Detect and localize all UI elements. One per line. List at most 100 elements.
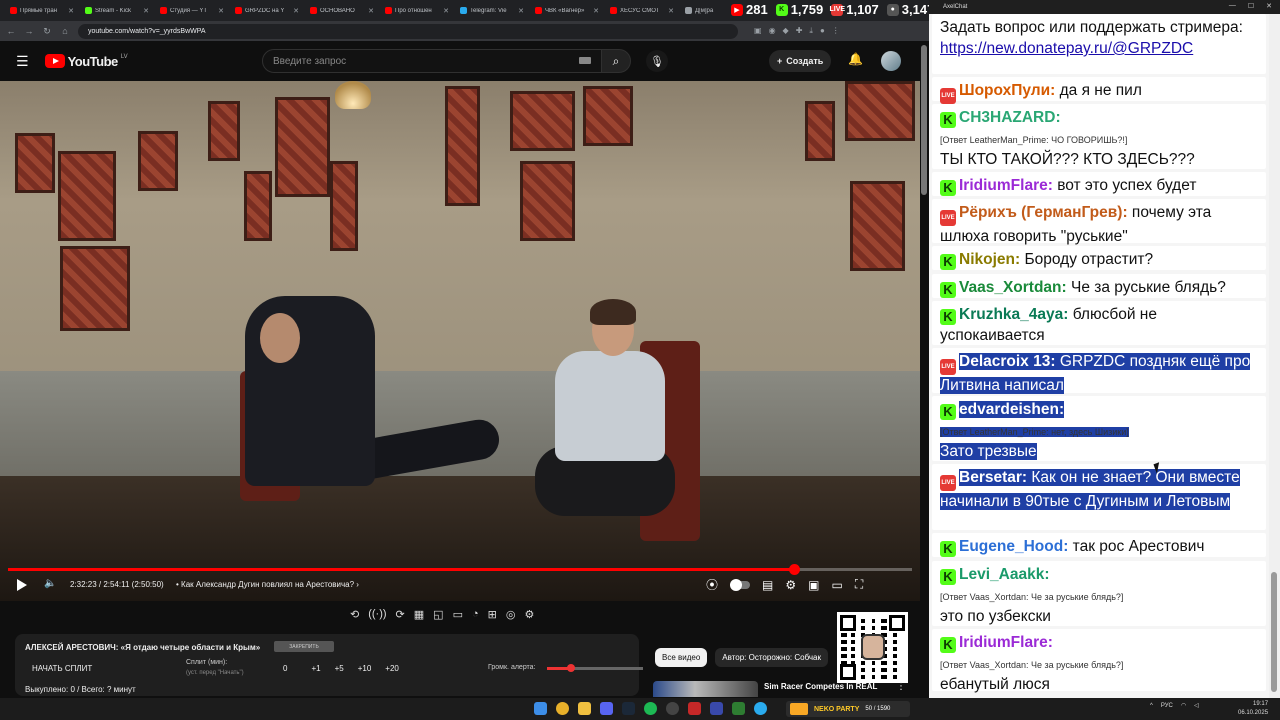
video-player[interactable]	[0, 81, 920, 601]
browser-tab[interactable]: ЧВК «Вагнер» ✕	[531, 1, 603, 20]
start-icon[interactable]	[534, 702, 547, 715]
download-icon[interactable]: ⤓	[809, 26, 813, 36]
chat-username[interactable]: Bersetar	[959, 469, 1022, 486]
chat-username[interactable]: Nikojen	[959, 251, 1015, 268]
pin-button[interactable]: ЗАКРЕПИТЬ	[274, 641, 334, 652]
chat-username[interactable]: Kruzhka_4aya	[959, 306, 1063, 323]
video-progress-bar[interactable]	[8, 564, 912, 575]
browser-tab[interactable]: Про отношен ✕	[381, 1, 453, 20]
chrome-icon[interactable]	[556, 702, 569, 715]
rotate-icon[interactable]: ⟳	[396, 608, 405, 621]
chat-username[interactable]: Рёрихъ (ГерманГрев)	[959, 204, 1122, 221]
url-input[interactable]: youtube.com/watch?v=_yyrdsBwWPA	[78, 23, 738, 39]
discord-icon[interactable]	[600, 702, 613, 715]
more-options-icon[interactable]: ⋮	[896, 681, 906, 692]
close-icon[interactable]: ✕	[218, 7, 224, 15]
back-icon[interactable]: ←	[6, 26, 16, 36]
speaker-icon[interactable]: ◁	[1194, 702, 1199, 709]
search-button[interactable]: ⌕	[601, 49, 631, 73]
avatar[interactable]	[881, 51, 901, 71]
close-icon[interactable]: ✕	[368, 7, 374, 15]
donate-link[interactable]: https://new.donatepay.ru/@GRPZDC	[940, 40, 1193, 57]
now-playing-widget[interactable]: NEKO PARTY 50 / 1590	[786, 701, 910, 717]
browser-tab[interactable]: Telegram: Vie ✕	[456, 1, 528, 20]
minimize-icon[interactable]: —	[1229, 2, 1236, 10]
extension-icon[interactable]: ▣	[754, 26, 762, 36]
chat-username[interactable]: edvardeishen	[959, 401, 1059, 418]
subtitles-icon[interactable]: ▤	[762, 578, 773, 592]
telegram-icon[interactable]	[754, 702, 767, 715]
chat-username[interactable]: Levi_Aaakk	[959, 566, 1044, 583]
media-icon[interactable]	[710, 702, 723, 715]
add-icon[interactable]: ⊞	[488, 608, 497, 621]
add-1-button[interactable]: +1	[311, 664, 320, 673]
add-20-button[interactable]: +20	[385, 664, 399, 673]
folder-icon[interactable]	[578, 702, 591, 715]
fullscreen-icon[interactable]: ⛶	[855, 577, 863, 592]
keyboard-icon[interactable]	[579, 57, 591, 64]
gear-icon[interactable]: ⚙	[524, 608, 534, 621]
autoplay-toggle[interactable]	[730, 578, 751, 591]
autoplay-icon[interactable]: ⦿	[706, 576, 718, 593]
audio-icon[interactable]: ((·))	[368, 608, 386, 621]
speed-icon[interactable]: ◔	[472, 608, 479, 621]
miniplayer-icon[interactable]: ▣	[808, 578, 819, 592]
chat-username[interactable]: IridiumFlare	[959, 634, 1048, 651]
chat-username[interactable]: Vaas_Xortdan	[959, 279, 1062, 296]
menu-icon[interactable]: ⋮	[832, 26, 840, 36]
spotify-icon[interactable]	[644, 702, 657, 715]
chat-username[interactable]: CH3HAZARD	[959, 109, 1055, 126]
add-10-button[interactable]: +10	[358, 664, 372, 673]
chat-username[interactable]: ШорохПули	[959, 82, 1050, 99]
alert-volume-slider[interactable]	[547, 664, 643, 672]
close-icon[interactable]: ✕	[293, 7, 299, 15]
recommended-video[interactable]: Sim Racer Competes In REAL ⋮	[653, 681, 906, 697]
clapper-icon[interactable]: ▦	[414, 608, 424, 621]
close-icon[interactable]: ✕	[668, 7, 674, 15]
extension-icon[interactable]: ◆	[783, 26, 789, 36]
app-icon[interactable]	[688, 702, 701, 715]
frame-icon[interactable]: ▭	[453, 608, 463, 621]
lang-indicator[interactable]: РУС	[1161, 703, 1173, 709]
clock[interactable]: 19:17 06.10.2025	[1238, 700, 1268, 718]
chapter-title[interactable]: • Как Александр Дугин повлиял на Арестов…	[176, 580, 359, 589]
voice-search-button[interactable]: 🎙	[646, 50, 668, 72]
chat-username[interactable]: Delacroix 13	[959, 353, 1051, 370]
maximize-icon[interactable]: ☐	[1248, 2, 1254, 10]
browser-tab[interactable]: Stream - Kick ✕	[81, 1, 153, 20]
close-icon[interactable]: ✕	[68, 7, 74, 15]
resize-icon[interactable]: ◱	[433, 608, 443, 621]
chat-scrollbar[interactable]	[1269, 14, 1280, 698]
camera-icon[interactable]: ◎	[506, 608, 516, 621]
close-icon[interactable]: ✕	[443, 7, 449, 15]
hamburger-menu-icon[interactable]: ☰	[16, 53, 29, 70]
play-icon[interactable]	[17, 579, 27, 591]
close-icon[interactable]: ✕	[518, 7, 524, 15]
profile-icon[interactable]: ●	[820, 26, 825, 36]
browser-tab[interactable]: Прямые тран ✕	[6, 1, 78, 20]
wifi-icon[interactable]: ◠	[1181, 702, 1186, 709]
close-icon[interactable]: ✕	[1266, 2, 1272, 10]
search-input[interactable]: Введите запрос	[262, 49, 602, 73]
app-icon[interactable]	[732, 702, 745, 715]
extension-icon[interactable]: ◉	[769, 26, 776, 36]
browser-tab-active[interactable]: Д[м]ра	[681, 1, 733, 20]
start-split-button[interactable]: НАЧАТЬ СПЛИТ	[32, 664, 92, 673]
page-scrollbar[interactable]	[921, 45, 927, 195]
chat-username[interactable]: IridiumFlare	[959, 177, 1048, 194]
chip-author[interactable]: Автор: Осторожно: Собчак	[715, 648, 829, 667]
loop-icon[interactable]: ⟲	[350, 608, 359, 621]
chip-all-videos[interactable]: Все видео	[655, 648, 708, 667]
theater-icon[interactable]: ▭	[831, 578, 842, 592]
browser-tab[interactable]: ОСНОВАНО ✕	[306, 1, 378, 20]
home-icon[interactable]: ⌂	[60, 26, 70, 36]
add-5-button[interactable]: +5	[335, 664, 344, 673]
volume-icon[interactable]: 🔈	[44, 578, 56, 589]
chevron-up-icon[interactable]: ^	[1150, 703, 1153, 709]
browser-tab[interactable]: GRPZDC на Y ✕	[231, 1, 303, 20]
forward-icon[interactable]: →	[24, 26, 34, 36]
settings-icon[interactable]: ⚙	[785, 578, 796, 592]
close-icon[interactable]: ✕	[143, 7, 149, 15]
puzzle-icon[interactable]: ✚	[796, 26, 803, 36]
obs-icon[interactable]	[666, 702, 679, 715]
